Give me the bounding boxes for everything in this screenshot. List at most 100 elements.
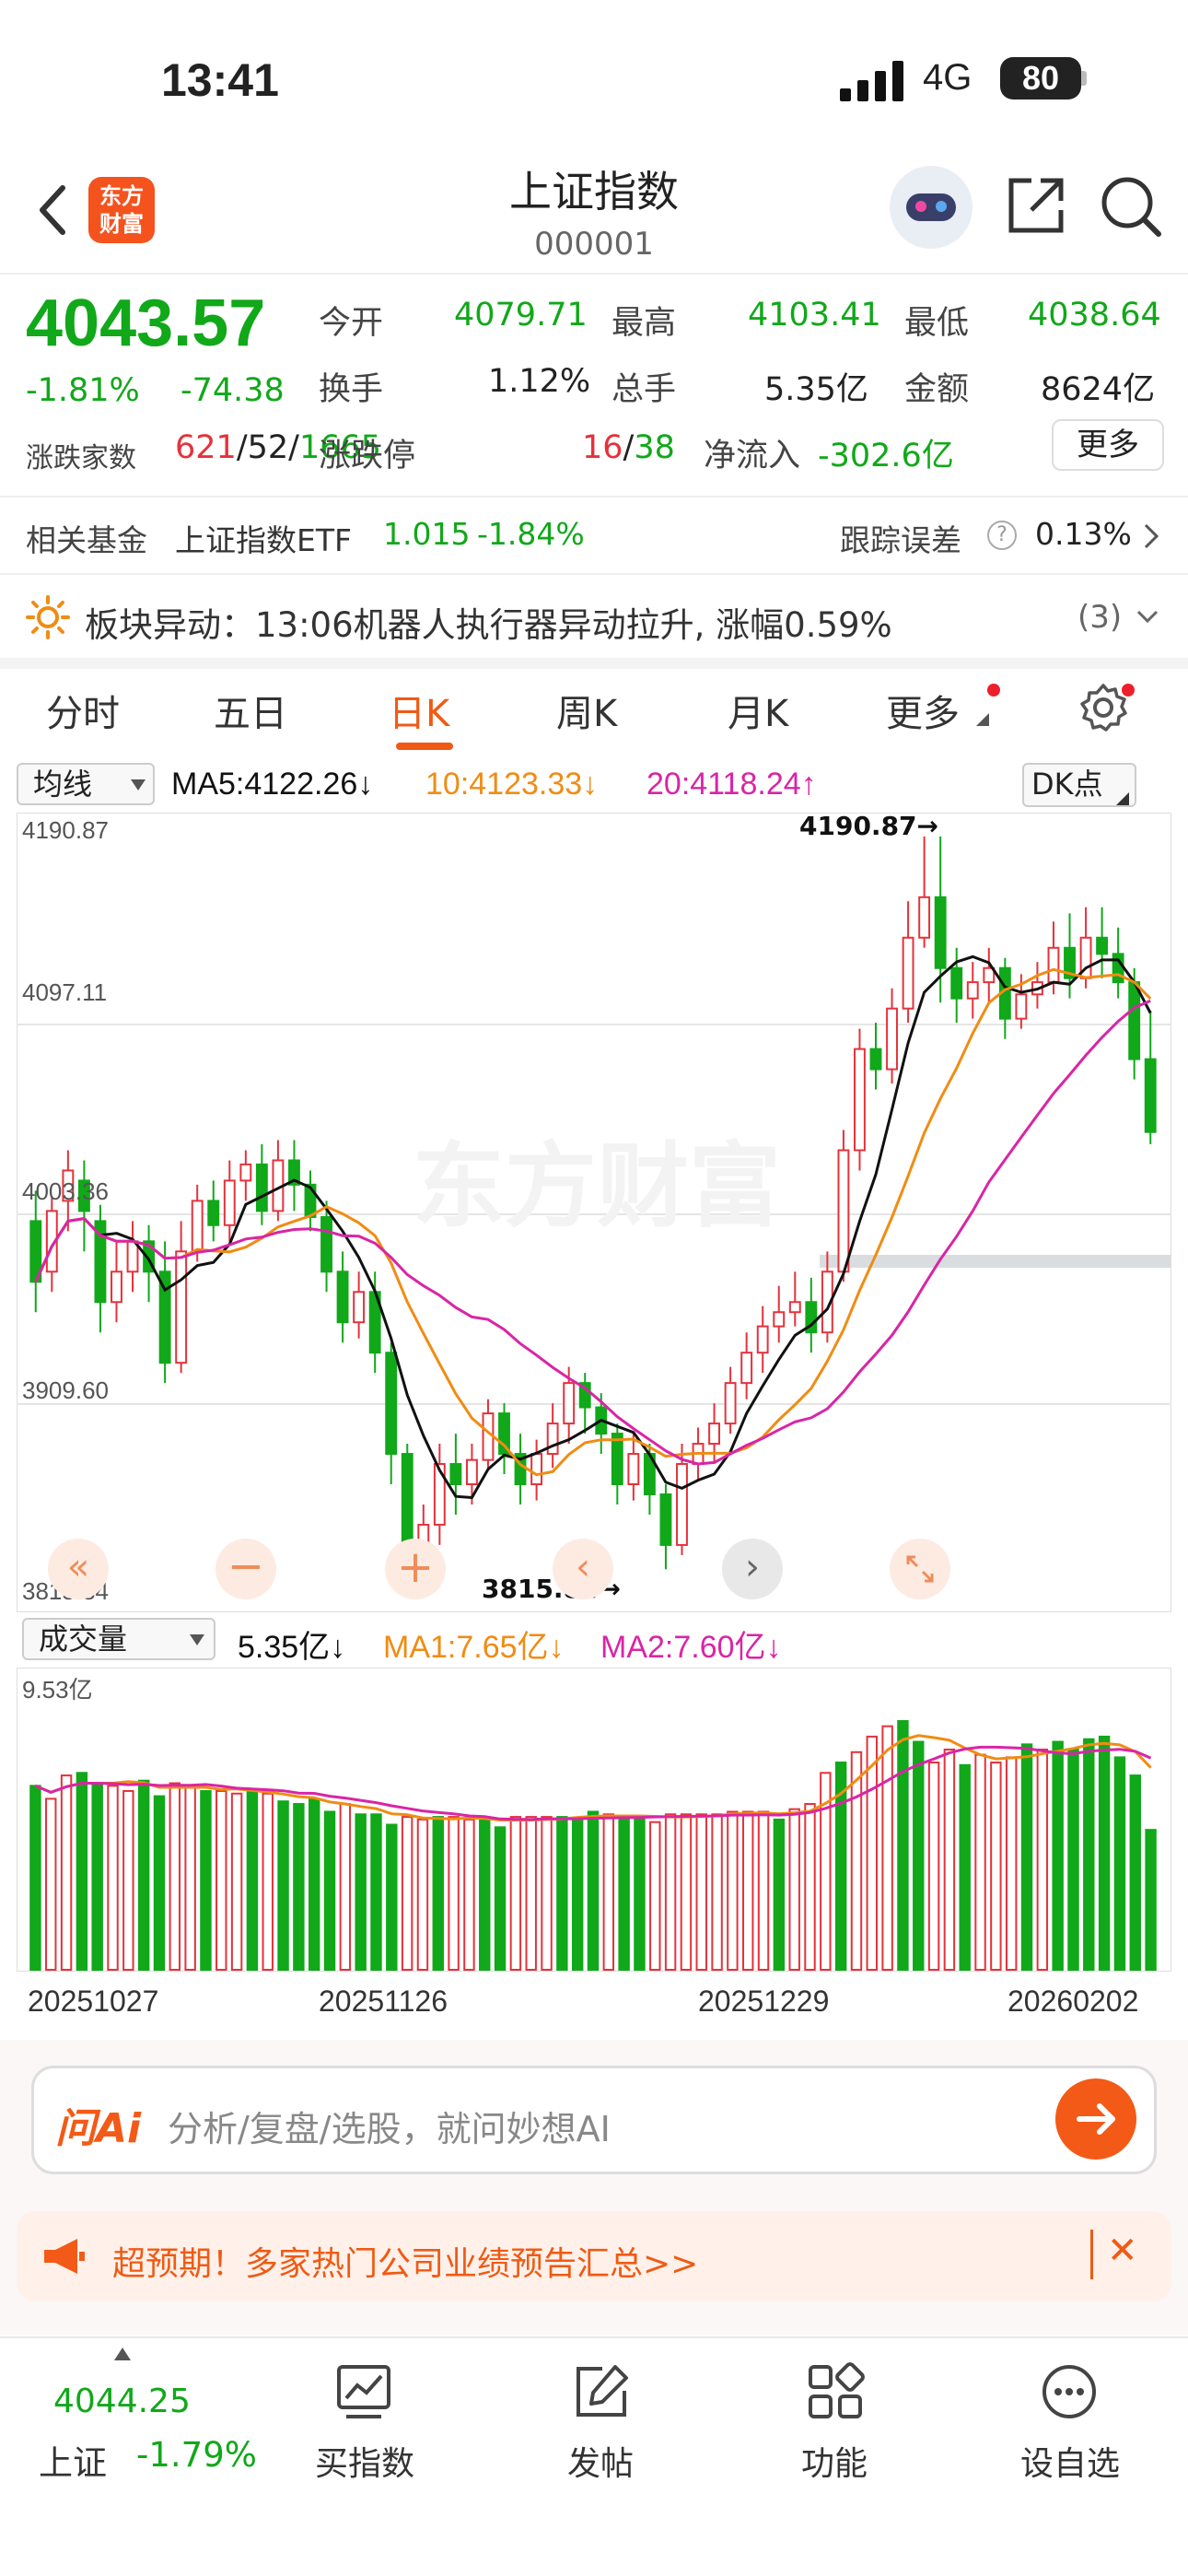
volume-bar <box>370 1813 382 1971</box>
volume-bar <box>943 1748 956 1971</box>
candle-body <box>773 1311 786 1328</box>
candle-body <box>756 1325 769 1354</box>
price-axis-label: 3909.60 <box>22 1376 109 1404</box>
tracking-error-value: 0.13% <box>1035 516 1132 552</box>
nav-divider <box>0 2336 1188 2338</box>
tab-more[interactable]: 更多 <box>886 684 960 737</box>
alert-text[interactable]: 板块异动：13:06机器人执行器异动拉升, 涨幅0.59% <box>85 597 892 647</box>
ai-logo: 问Ai <box>55 2105 142 2152</box>
date-label: 20260202 <box>1007 1985 1139 2018</box>
notification-dot <box>1122 684 1135 697</box>
edit-post-icon[interactable] <box>571 2361 632 2422</box>
scroll-left-button[interactable]: ‹ <box>553 1539 613 1599</box>
bottom-index-price[interactable]: 4044.25 <box>53 2383 191 2420</box>
search-icon[interactable] <box>1098 173 1164 240</box>
date-label: 20251126 <box>319 1985 448 2018</box>
network-type: 4G <box>923 57 973 98</box>
tab-daily-k[interactable]: 日K <box>389 684 449 737</box>
candle-body <box>1047 946 1060 984</box>
netflow-value: -302.6亿 <box>818 438 954 474</box>
battery-tip <box>1081 71 1087 86</box>
candle-body <box>934 896 947 969</box>
grid-functions-icon[interactable] <box>805 2361 866 2422</box>
bottom-index-name[interactable]: 上证 <box>39 2435 107 2485</box>
ai-submit-button[interactable] <box>1055 2078 1136 2160</box>
tab-five-day[interactable]: 五日 <box>214 684 287 737</box>
volume-bar <box>339 1803 352 1971</box>
volume-bar <box>184 1785 196 1971</box>
fullscreen-button[interactable] <box>890 1539 950 1599</box>
date-label: 20251229 <box>698 1985 830 2018</box>
volume-bar <box>479 1818 491 1971</box>
tab-monthly-k[interactable]: 月K <box>728 684 788 737</box>
volume-value: 5.35亿 <box>764 371 868 408</box>
volume-bar <box>293 1803 305 1971</box>
nav-functions[interactable]: 功能 <box>761 2437 908 2485</box>
candle-body <box>320 1215 332 1273</box>
share-icon[interactable] <box>1004 175 1066 238</box>
more-button[interactable]: 更多 <box>1052 419 1164 471</box>
candle-body <box>950 966 963 1000</box>
chart-trend-icon[interactable] <box>333 2361 394 2422</box>
nav-add-watchlist[interactable]: 设自选 <box>996 2437 1144 2485</box>
zoom-in-button[interactable]: + <box>385 1539 446 1599</box>
volume-bar <box>1052 1740 1064 1971</box>
ai-robot-icon[interactable] <box>890 166 973 249</box>
volume-bar <box>804 1803 816 1971</box>
volume-bar <box>1145 1829 1157 1971</box>
volume-bar <box>215 1789 227 1971</box>
volume-selector[interactable]: 成交量 <box>22 1618 215 1660</box>
tab-weekly-k[interactable]: 周K <box>556 684 617 737</box>
volume-bar <box>432 1816 444 1971</box>
candle-body <box>255 1163 268 1212</box>
limit-values: 16/38 <box>582 429 675 466</box>
nav-buy-index[interactable]: 买指数 <box>291 2437 438 2485</box>
change-percent: -1.81% <box>26 372 140 409</box>
scroll-right-button[interactable]: › <box>722 1539 783 1599</box>
more-dots-icon[interactable] <box>1039 2361 1100 2422</box>
volume-bar <box>416 1818 429 1971</box>
candle-body <box>1112 953 1124 984</box>
candlestick-chart[interactable]: 东方财富 4190.87→ 3815.84→ <box>17 813 1171 1612</box>
ai-input-placeholder[interactable]: 分析/复盘/选股，就问妙想AI <box>168 2101 611 2151</box>
candle-body <box>465 1458 478 1486</box>
candle-body <box>886 1007 898 1071</box>
scroll-left-fast-button[interactable]: « <box>48 1539 109 1599</box>
volume-bar <box>246 1789 259 1971</box>
fund-name[interactable]: 上证指数ETF <box>175 516 352 560</box>
promo-text[interactable]: 超预期！多家热门公司业绩预告汇总>> <box>112 2237 698 2285</box>
date-label: 20251027 <box>28 1985 159 2018</box>
volume-bar <box>230 1792 243 1971</box>
chevron-right-icon[interactable] <box>1142 521 1160 551</box>
volume-bar <box>169 1782 181 1972</box>
candle-body <box>966 981 979 1000</box>
ma5-value: MA5:4122.26↓ <box>171 767 374 802</box>
volume-bar <box>913 1740 925 1971</box>
candle-body <box>546 1423 559 1456</box>
bottom-index-pct[interactable]: -1.79% <box>136 2435 257 2475</box>
volume-bar <box>556 1816 568 1971</box>
chevron-down-icon[interactable] <box>1135 608 1160 626</box>
zoom-out-button[interactable]: − <box>215 1539 276 1599</box>
volume-bar <box>29 1785 41 1971</box>
volume-ma2: MA2:7.60亿↓ <box>600 1630 782 1665</box>
volume-chart[interactable] <box>17 1668 1171 1972</box>
volume-bar <box>45 1797 57 1971</box>
volume-bar <box>664 1813 677 1971</box>
help-icon[interactable]: ? <box>987 521 1017 550</box>
volume-bar <box>277 1800 289 1971</box>
volume-bar <box>107 1785 119 1971</box>
netflow-label: 净流入 <box>704 438 801 474</box>
corner-triangle-icon <box>976 713 989 726</box>
nav-post[interactable]: 发帖 <box>527 2437 674 2485</box>
tab-intraday[interactable]: 分时 <box>46 684 120 737</box>
close-icon[interactable]: ✕ <box>1107 2230 1138 2272</box>
volume-bar <box>137 1779 150 1971</box>
volume-bar <box>959 1763 971 1971</box>
last-price: 4043.57 <box>26 287 266 360</box>
megaphone-icon <box>44 2239 85 2274</box>
notification-dot <box>987 684 1000 697</box>
turnover-value: 1.12% <box>488 363 591 400</box>
sun-alert-icon <box>26 595 70 639</box>
volume-bar <box>618 1816 630 1971</box>
